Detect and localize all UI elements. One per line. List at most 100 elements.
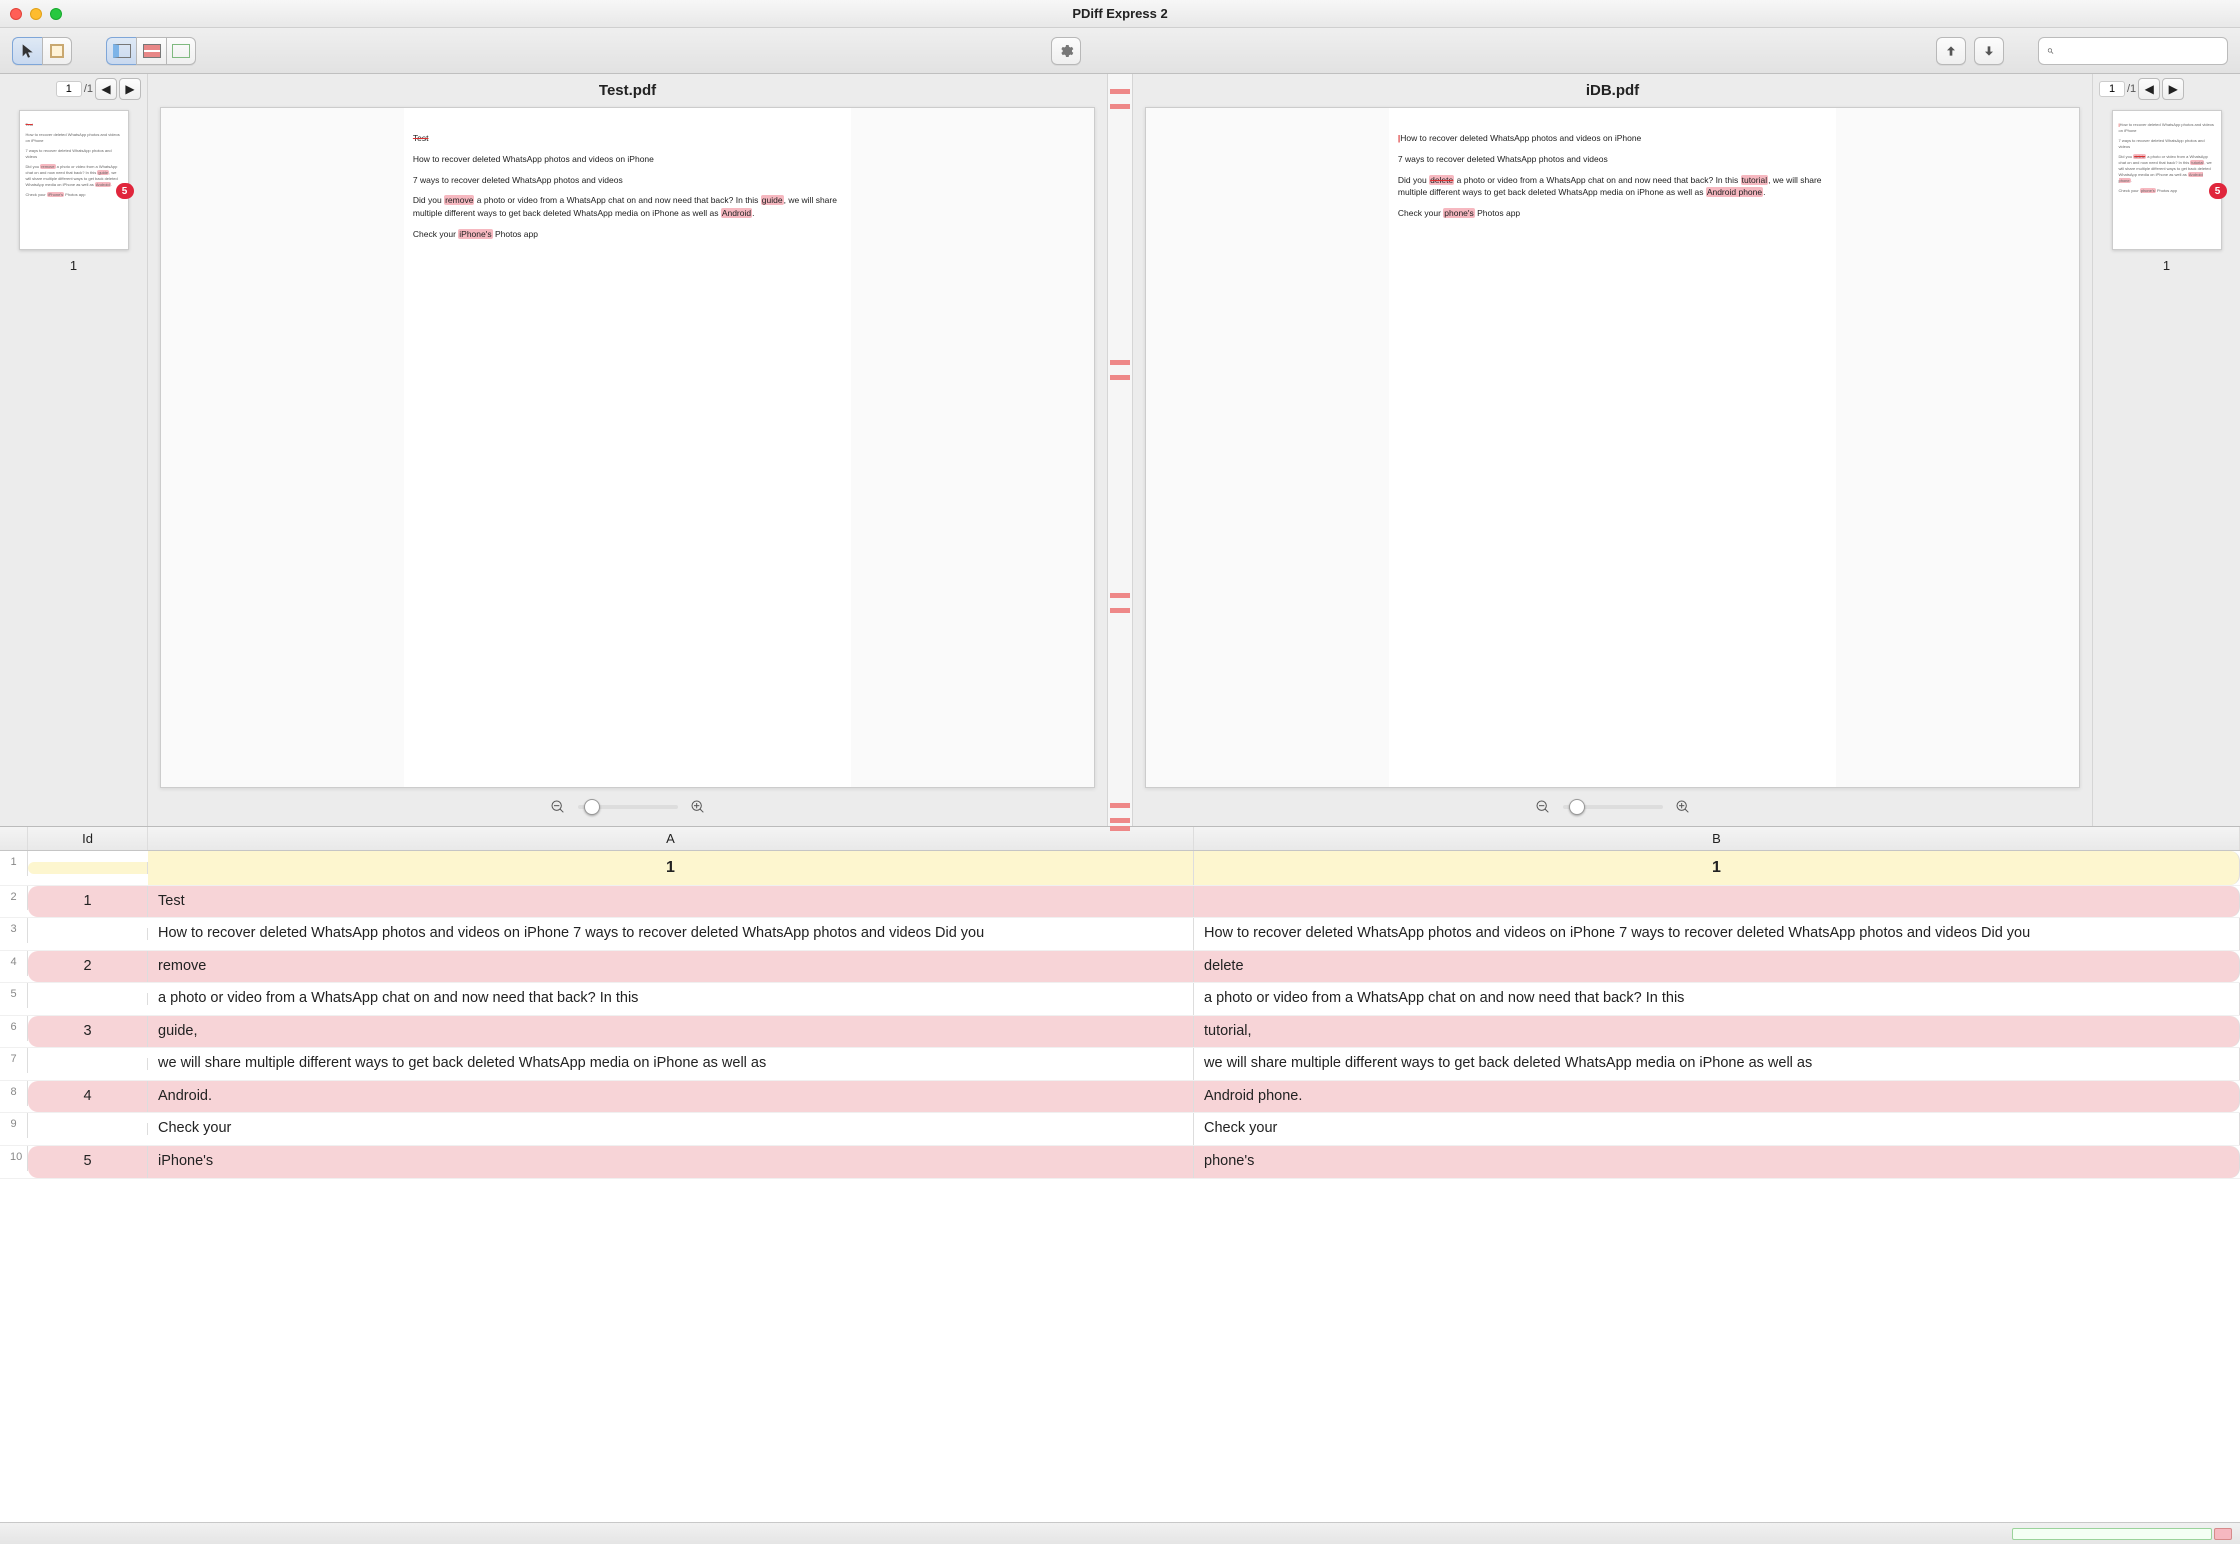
cursor-tool-button[interactable] (12, 37, 42, 65)
table-row[interactable]: 5 a photo or video from a WhatsApp chat o… (0, 983, 2240, 1016)
window-title: PDiff Express 2 (0, 6, 2240, 21)
cell-a: remove (148, 951, 1194, 983)
cell-a: Test (148, 886, 1194, 918)
zoom-slider-a[interactable] (578, 805, 678, 809)
diff-count-badge-right: 5 (2209, 183, 2227, 199)
page-a[interactable]: TestHow to recover deleted WhatsApp phot… (160, 107, 1095, 788)
thumb-preview: TestHow to recover deleted WhatsApp phot… (26, 122, 122, 198)
tool-segment (12, 37, 72, 65)
table-row[interactable]: 84Android.Android phone. (0, 1081, 2240, 1114)
thumbnails-left: /1 ◀ ▶ TestHow to recover deleted WhatsA… (0, 74, 148, 826)
zoom-out-icon (550, 799, 566, 815)
arrow-down-icon (1981, 43, 1997, 59)
cell-a: guide, (148, 1016, 1194, 1048)
legend-diff (2214, 1528, 2232, 1540)
row-id: 4 (28, 1081, 148, 1113)
row-num: 1 (0, 851, 28, 876)
doc-name-b: iDB.pdf (1133, 74, 2092, 107)
table-row[interactable]: 42removedelete (0, 951, 2240, 984)
cell-b: a photo or video from a WhatsApp chat on… (1194, 983, 2240, 1015)
rect-select-tool-button[interactable] (42, 37, 72, 65)
overview-strip[interactable] (1107, 74, 1133, 826)
row-id (28, 928, 148, 940)
table-body[interactable]: 11121Test3How to recover deleted WhatsAp… (0, 851, 2240, 1522)
settings-button[interactable] (1051, 37, 1081, 65)
status-bar (0, 1522, 2240, 1544)
cell-b: we will share multiple different ways to… (1194, 1048, 2240, 1080)
pager-left: /1 ◀ ▶ (0, 74, 147, 104)
zoom-in-icon (1675, 799, 1691, 815)
single-view-button[interactable] (166, 37, 196, 65)
overlay-view-icon (143, 44, 161, 58)
table-row[interactable]: 63guide,tutorial, (0, 1016, 2240, 1049)
table-row[interactable]: 7 we will share multiple different ways t… (0, 1048, 2240, 1081)
page-b[interactable]: How to recover deleted WhatsApp photos a… (1145, 107, 2080, 788)
row-num: 6 (0, 1016, 28, 1041)
search-field[interactable] (2038, 37, 2228, 65)
thumbnails-right: /1 ◀ ▶ How to recover deleted WhatsApp p… (2092, 74, 2240, 826)
cell-a: iPhone's (148, 1146, 1194, 1178)
cell-a: a photo or video from a WhatsApp chat on… (148, 983, 1194, 1015)
col-row-num[interactable] (0, 827, 28, 850)
zoom-slider-b[interactable] (1563, 805, 1663, 809)
overlay-view-button[interactable] (136, 37, 166, 65)
zoom-in-icon (690, 799, 706, 815)
search-input[interactable] (2060, 43, 2219, 59)
page-input-right[interactable] (2099, 81, 2125, 97)
compare-area: /1 ◀ ▶ TestHow to recover deleted WhatsA… (0, 74, 2240, 827)
cell-b (1194, 886, 2240, 918)
row-num: 4 (0, 951, 28, 976)
diff-count-badge-left: 5 (116, 183, 134, 199)
row-id: 3 (28, 1016, 148, 1048)
thumbnail-left-1[interactable]: TestHow to recover deleted WhatsApp phot… (19, 110, 129, 250)
table-row[interactable]: 21Test (0, 886, 2240, 919)
split-view-button[interactable] (106, 37, 136, 65)
page-a-content: TestHow to recover deleted WhatsApp phot… (413, 132, 842, 249)
pager-right: /1 ◀ ▶ (2093, 74, 2240, 104)
doc-pane-a: Test.pdf TestHow to recover deleted What… (148, 74, 1107, 826)
thumbnail-label-left: 1 (0, 258, 147, 273)
row-num: 9 (0, 1113, 28, 1138)
row-num: 5 (0, 983, 28, 1008)
page-prev-right[interactable]: ◀ (2138, 78, 2160, 100)
table-row[interactable]: 9Check yourCheck your (0, 1113, 2240, 1146)
page-prev-left[interactable]: ◀ (95, 78, 117, 100)
cell-b: 1 (1194, 851, 2240, 885)
col-a[interactable]: A (148, 827, 1194, 850)
table-row[interactable]: 3How to recover deleted WhatsApp photos … (0, 918, 2240, 951)
thumbnail-right-1[interactable]: How to recover deleted WhatsApp photos a… (2112, 110, 2222, 250)
page-total-left: /1 (84, 83, 93, 95)
zoom-out-b[interactable] (1535, 799, 1551, 815)
col-id[interactable]: Id (28, 827, 148, 850)
viewmode-segment (106, 37, 196, 65)
page-input-left[interactable] (56, 81, 82, 97)
row-num: 3 (0, 918, 28, 943)
row-id (28, 993, 148, 1005)
thumb-preview: How to recover deleted WhatsApp photos a… (2119, 122, 2215, 194)
row-num: 7 (0, 1048, 28, 1073)
doc-pane-b: iDB.pdf How to recover deleted WhatsApp … (1133, 74, 2092, 826)
prev-diff-button[interactable] (1936, 37, 1966, 65)
thumbnail-label-right: 1 (2093, 258, 2240, 273)
row-id (28, 862, 148, 874)
cell-a: Android. (148, 1081, 1194, 1113)
table-row[interactable]: 105iPhone'sphone's (0, 1146, 2240, 1179)
zoom-in-a[interactable] (690, 799, 706, 815)
col-b[interactable]: B (1194, 827, 2240, 850)
page-next-left[interactable]: ▶ (119, 78, 141, 100)
diff-table: Id A B 11121Test3How to recover deleted … (0, 827, 2240, 1522)
toolbar (0, 28, 2240, 74)
gear-icon (1058, 43, 1074, 59)
page-next-right[interactable]: ▶ (2162, 78, 2184, 100)
table-row[interactable]: 111 (0, 851, 2240, 886)
next-diff-button[interactable] (1974, 37, 2004, 65)
zoom-in-b[interactable] (1675, 799, 1691, 815)
cell-a: we will share multiple different ways to… (148, 1048, 1194, 1080)
zoom-out-a[interactable] (550, 799, 566, 815)
row-id: 2 (28, 951, 148, 983)
search-icon (2047, 44, 2054, 58)
row-id: 5 (28, 1146, 148, 1178)
cell-a: 1 (148, 851, 1194, 885)
zoom-out-icon (1535, 799, 1551, 815)
single-view-icon (172, 44, 190, 58)
